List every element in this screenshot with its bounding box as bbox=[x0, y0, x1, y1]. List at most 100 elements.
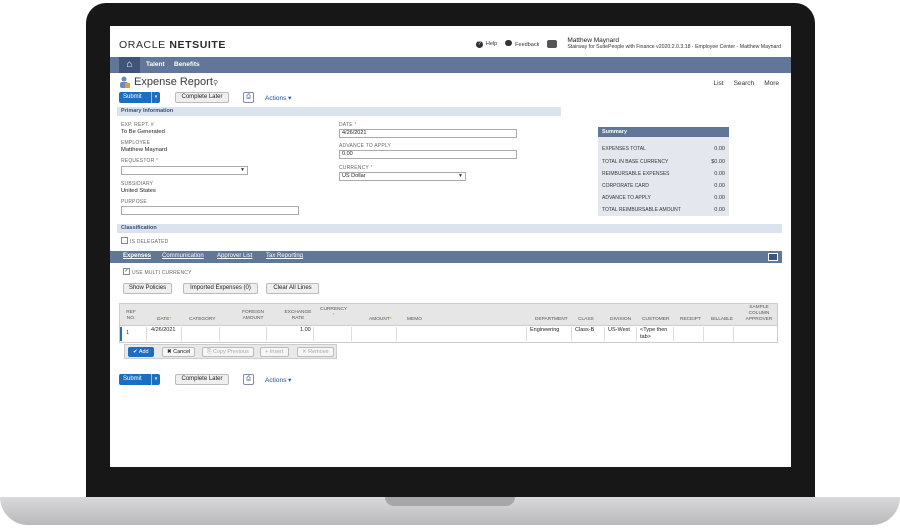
complete-later-button-bottom[interactable]: Complete Later bbox=[175, 374, 229, 385]
advance-field[interactable]: 0.00 bbox=[339, 150, 517, 159]
print-icon[interactable]: ⎙ bbox=[243, 92, 254, 103]
primary-info-header[interactable]: Primary Information bbox=[117, 107, 561, 116]
summary-row: EXPENSES TOTAL 0.00 bbox=[602, 146, 725, 152]
complete-later-button[interactable]: Complete Later bbox=[175, 92, 229, 103]
subsidiary-label: SUBSIDIARY bbox=[121, 181, 154, 187]
screen: ORACLE NETSUITE ? Help Feedback Matthew M… bbox=[110, 26, 791, 467]
search-icon[interactable]: ⚲ bbox=[213, 79, 218, 87]
show-policies-button[interactable]: Show Policies bbox=[123, 283, 172, 294]
imported-expenses-button[interactable]: Imported Expenses (0) bbox=[183, 283, 258, 294]
netsuite-logo: ORACLE NETSUITE bbox=[119, 39, 227, 51]
cell-class-value: Class-B bbox=[575, 327, 595, 333]
cell-amount[interactable] bbox=[352, 327, 397, 341]
cell-category[interactable] bbox=[182, 327, 220, 341]
cell-foreign-amount[interactable] bbox=[220, 327, 267, 341]
cell-exchange-rate-value: 1.00 bbox=[300, 327, 311, 333]
help-icon: ? bbox=[475, 40, 483, 48]
cell-customer-value: <Type then tab> bbox=[640, 327, 668, 340]
summary-row: TOTAL IN BASE CURRENCY $0.00 bbox=[602, 159, 725, 165]
search-link[interactable]: Search bbox=[734, 80, 755, 87]
summary-row: REIMBURSABLE EXPENSES 0.00 bbox=[602, 171, 725, 177]
summary-row: CORPORATE CARD 0.00 bbox=[602, 183, 725, 189]
user-menu[interactable]: Matthew Maynard Stairway for SuitePeople… bbox=[567, 37, 781, 51]
submit-dropdown-icon[interactable]: ▾ bbox=[151, 92, 160, 103]
help-link[interactable]: ? Help bbox=[475, 40, 497, 48]
cancel-line-button[interactable]: ✖ Cancel bbox=[162, 347, 196, 357]
currency-value: US Dollar bbox=[342, 173, 366, 179]
currency-select[interactable]: US Dollar ▼ bbox=[339, 172, 466, 181]
grid-view-icon[interactable] bbox=[768, 253, 778, 261]
employee-value: Matthew Maynard bbox=[121, 147, 168, 153]
more-link[interactable]: More bbox=[764, 80, 779, 87]
remove-line-button[interactable]: ✕ Remove bbox=[297, 347, 334, 357]
cell-billable[interactable] bbox=[704, 327, 734, 341]
summary-title: Summary bbox=[598, 127, 729, 137]
requestor-select[interactable]: ▼ bbox=[121, 166, 248, 175]
col-ref-no: REF NO. bbox=[126, 310, 136, 321]
advance-label: ADVANCE TO APPLY bbox=[339, 143, 392, 149]
tab-tax-reporting[interactable]: Tax Reporting bbox=[266, 253, 303, 259]
is-delegated-checkbox[interactable] bbox=[121, 237, 128, 244]
col-billable: BILLABLE bbox=[711, 317, 734, 322]
summary-panel: Summary EXPENSES TOTAL 0.00 TOTAL IN BASE… bbox=[598, 127, 729, 216]
currency-label: CURRENCY * bbox=[339, 165, 373, 171]
col-date: DATE* bbox=[157, 317, 172, 322]
date-field[interactable]: 4/26/2021 bbox=[339, 129, 517, 138]
cell-memo[interactable] bbox=[397, 327, 527, 341]
classification-header[interactable]: Classification bbox=[117, 224, 782, 233]
user-name: Matthew Maynard bbox=[567, 37, 619, 44]
tab-expenses[interactable]: Expenses bbox=[123, 253, 151, 259]
header-tools: ? Help Feedback Matthew Maynard Stairway … bbox=[475, 37, 781, 51]
cell-ref-no[interactable] bbox=[120, 327, 147, 341]
print-icon[interactable]: ⎙ bbox=[243, 374, 254, 385]
tab-communication[interactable]: Communication bbox=[162, 253, 204, 259]
cell-date-value: 4/26/2021 bbox=[151, 327, 176, 333]
role-switch-icon[interactable] bbox=[547, 40, 558, 48]
purpose-label: PURPOSE bbox=[121, 199, 147, 205]
insert-line-button[interactable]: + Insert bbox=[260, 347, 289, 357]
subsidiary-value: United States bbox=[121, 188, 156, 194]
submit-button-bottom[interactable]: Submit ▾ bbox=[119, 374, 160, 385]
line-actions-bar: ✔ Add ✖ Cancel ⎘ Copy Previous + Insert … bbox=[124, 344, 337, 359]
col-receipt: RECEIPT bbox=[680, 317, 701, 322]
page-links: List Search More bbox=[713, 80, 779, 87]
summary-row: TOTAL REIMBURSABLE AMOUNT 0.00 bbox=[602, 207, 725, 213]
nav-item-benefits[interactable]: Benefits bbox=[174, 61, 200, 68]
list-link[interactable]: List bbox=[713, 80, 723, 87]
cell-division-value: US-West bbox=[608, 327, 630, 333]
feedback-link[interactable]: Feedback bbox=[505, 40, 539, 48]
is-delegated-label: IS DELEGATED bbox=[130, 239, 169, 245]
expense-report-icon bbox=[120, 76, 130, 88]
clear-all-lines-button[interactable]: Clear All Lines bbox=[266, 283, 319, 294]
expense-grid-header: REF NO. DATE* CATEGORY FOREIGN AMOUNT EX… bbox=[119, 303, 778, 326]
laptop-notch bbox=[385, 497, 515, 506]
nav-item-talent[interactable]: Talent bbox=[146, 61, 165, 68]
actions-menu-bottom[interactable]: Actions ▾ bbox=[265, 376, 291, 384]
multi-currency-checkbox[interactable]: ✓ bbox=[123, 268, 130, 275]
summary-row: ADVANCE TO APPLY 0.00 bbox=[602, 195, 725, 201]
actions-menu[interactable]: Actions ▾ bbox=[265, 94, 291, 102]
add-line-button[interactable]: ✔ Add bbox=[128, 347, 154, 357]
col-currency: CURRENCY * bbox=[320, 307, 348, 318]
cell-currency[interactable] bbox=[314, 327, 352, 341]
col-memo: MEMO bbox=[407, 317, 422, 322]
copy-previous-button[interactable]: ⎘ Copy Previous bbox=[202, 347, 254, 357]
purpose-field[interactable] bbox=[121, 206, 299, 215]
exp-rept-label: EXP. REPT. # bbox=[121, 122, 154, 128]
table-row[interactable]: 1 4/26/2021 1.00 Engineering Class-B US-… bbox=[119, 326, 778, 343]
submit-dropdown-icon[interactable]: ▾ bbox=[151, 374, 160, 385]
cell-ref-no-value: 1 bbox=[126, 330, 130, 336]
cell-department-value: Engineering bbox=[530, 327, 560, 333]
home-icon[interactable]: ⌂ bbox=[119, 57, 140, 73]
top-nav: ⌂ Talent Benefits bbox=[110, 57, 791, 73]
date-label: DATE * bbox=[339, 122, 357, 128]
header: ORACLE NETSUITE ? Help Feedback Matthew M… bbox=[110, 26, 791, 57]
subtab-bar: Expenses Communication Approver List Tax… bbox=[110, 251, 782, 263]
col-division: DIVISION bbox=[610, 317, 632, 322]
col-sample-column-approver: SAMPLE COLUMN APPROVER bbox=[745, 305, 773, 322]
col-amount: AMOUNT* bbox=[369, 317, 392, 322]
tab-approver-list[interactable]: Approver List bbox=[217, 253, 252, 259]
cell-receipt[interactable] bbox=[674, 327, 704, 341]
submit-button[interactable]: Submit ▾ bbox=[119, 92, 160, 103]
page-title: Expense Report bbox=[134, 76, 213, 88]
